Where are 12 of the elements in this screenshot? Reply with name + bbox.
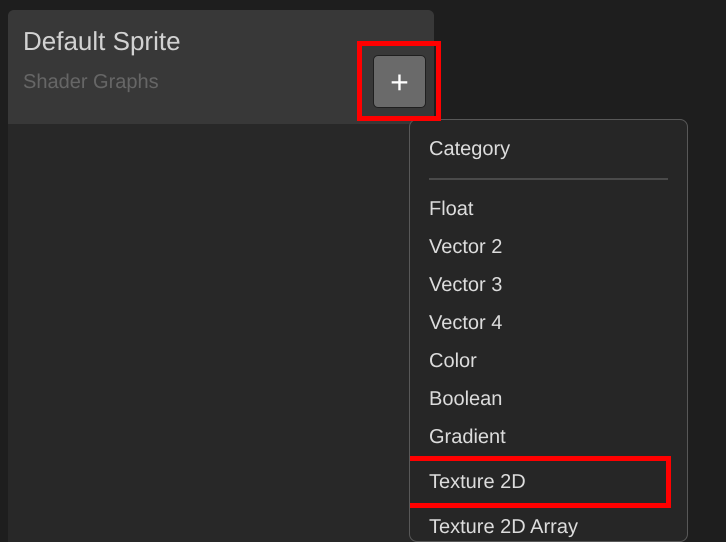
menu-item[interactable]: Boolean	[429, 380, 668, 418]
menu-item[interactable]: Vector 4	[429, 304, 668, 342]
menu-item[interactable]: Float	[429, 190, 668, 228]
menu-item[interactable]: Vector 3	[429, 266, 668, 304]
menu-item[interactable]: Vector 2	[429, 228, 668, 266]
panel-title: Default Sprite	[23, 26, 181, 56]
menu-item[interactable]: Texture 2D	[410, 456, 671, 508]
add-button[interactable]: +	[373, 55, 426, 108]
menu-item[interactable]: Color	[429, 342, 668, 380]
menu-item[interactable]: Texture 2D Array	[429, 508, 668, 541]
menu-item[interactable]: Gradient	[429, 418, 668, 456]
menu-header: Category	[429, 137, 512, 162]
